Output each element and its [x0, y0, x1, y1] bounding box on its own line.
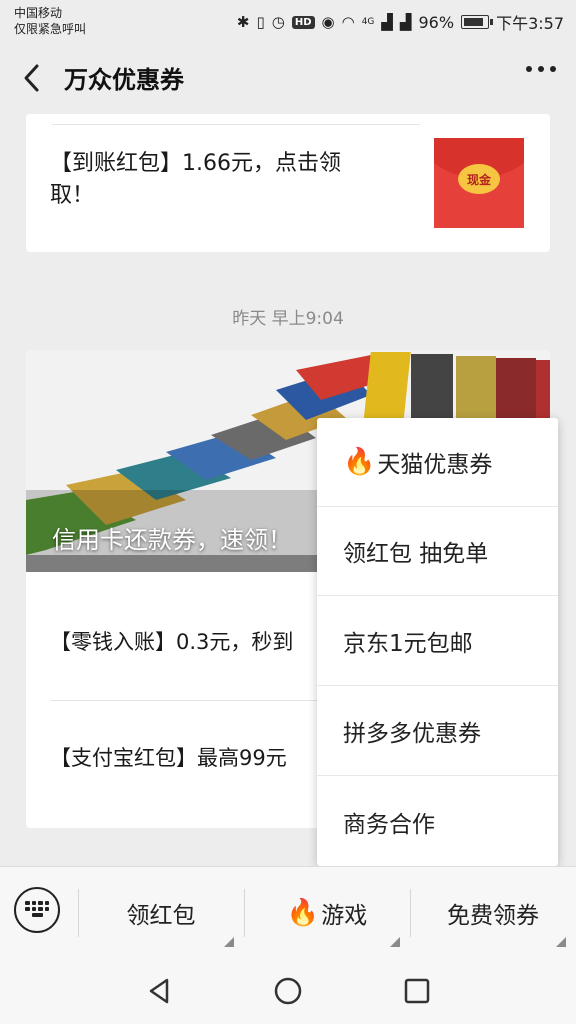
popup-item-label: 京东1元包邮	[343, 631, 473, 657]
vibrate-icon: ▯	[256, 13, 265, 31]
flame-icon: 🔥	[343, 447, 376, 477]
status-bar: 中国移动 仅限紧急呼叫 ✱ ▯ ◷ HD ◉ ◠ 4G ▟ ▟ 96% 下午3:…	[0, 0, 576, 44]
keyboard-toggle-button[interactable]	[14, 887, 60, 933]
popup-menu: 🔥 天猫优惠券 领红包 抽免单 京东1元包邮 拼多多优惠券 商务合作	[317, 418, 558, 866]
menu-tab-label: 领红包	[126, 903, 196, 929]
battery-percent: 96%	[418, 12, 455, 32]
network-type: 4G	[361, 17, 375, 27]
banner-title: 信用卡还款券，速领！	[52, 526, 292, 554]
popup-item-jd[interactable]: 京东1元包邮	[317, 597, 558, 686]
carrier-name: 中国移动	[14, 6, 63, 20]
chevron-left-icon	[24, 64, 39, 92]
menu-tab-red-packet[interactable]: 领红包	[78, 867, 244, 959]
alarm-icon: ◷	[271, 13, 285, 31]
signal-icon: ▟	[381, 13, 393, 31]
battery-icon	[461, 15, 494, 29]
popup-item-label: 领红包 抽免单	[343, 541, 489, 567]
bottom-menu: 领红包 🔥 游戏 免费领券	[0, 866, 576, 959]
message-card[interactable]: 【到账红包】1.66元，点击领取！ 现金	[26, 114, 550, 252]
system-home-button[interactable]	[271, 974, 305, 1008]
message-text: 【到账红包】1.66元，点击领取！	[50, 151, 341, 208]
nav-bar: 万众优惠券	[0, 44, 576, 112]
more-button[interactable]	[526, 66, 556, 72]
red-packet-thumbnail: 现金	[434, 138, 524, 228]
menu-tab-free-coupon[interactable]: 免费领券	[410, 867, 576, 959]
popup-item-business[interactable]: 商务合作	[317, 777, 558, 866]
more-dots-icon	[526, 66, 532, 72]
keyboard-icon	[25, 901, 49, 917]
page-title: 万众优惠券	[64, 66, 184, 94]
message-timestamp: 昨天 早上9:04	[232, 309, 344, 329]
system-back-button[interactable]	[142, 974, 176, 1008]
square-recents-icon	[404, 978, 430, 1004]
popup-item-tmall[interactable]: 🔥 天猫优惠券	[317, 418, 558, 507]
system-recents-button[interactable]	[400, 974, 434, 1008]
submenu-indicator-icon	[224, 937, 234, 947]
popup-item-label: 拼多多优惠券	[343, 721, 481, 747]
signal-none-icon: ▟	[399, 13, 412, 31]
eye-icon: ◉	[321, 13, 335, 31]
status-icons: ✱ ▯ ◷ HD ◉ ◠ 4G ▟ ▟ 96% 下午3:57	[237, 10, 564, 34]
flame-icon: 🔥	[286, 898, 320, 928]
divider	[52, 124, 420, 125]
popup-item-label: 商务合作	[343, 811, 435, 838]
wifi-icon: ◠	[341, 13, 355, 31]
back-button[interactable]	[14, 58, 50, 98]
clock: 下午3:57	[496, 14, 564, 33]
popup-item-pdd[interactable]: 拼多多优惠券	[317, 687, 558, 776]
menu-tab-game[interactable]: 🔥 游戏	[244, 867, 410, 959]
carrier-sub: 仅限紧急呼叫	[14, 22, 87, 36]
cash-label: 现金	[458, 164, 500, 194]
menu-tab-label: 免费领券	[447, 903, 539, 929]
article-item-text: 【支付宝红包】最高99元	[50, 746, 287, 770]
menu-tab-label: 游戏	[321, 903, 368, 929]
circle-home-icon	[274, 977, 302, 1005]
popup-item-label: 天猫优惠券	[377, 452, 493, 478]
submenu-indicator-icon	[390, 937, 400, 947]
triangle-back-icon	[149, 978, 169, 1004]
article-item-text: 【零钱入账】0.3元，秒到	[50, 630, 294, 654]
bluetooth-icon: ✱	[236, 13, 250, 31]
submenu-indicator-icon	[556, 937, 566, 947]
hd-badge: HD	[291, 15, 315, 29]
popup-item-red-packet[interactable]: 领红包 抽免单	[317, 507, 558, 596]
system-nav-bar	[0, 958, 576, 1024]
carrier-info: 中国移动 仅限紧急呼叫	[14, 5, 86, 37]
